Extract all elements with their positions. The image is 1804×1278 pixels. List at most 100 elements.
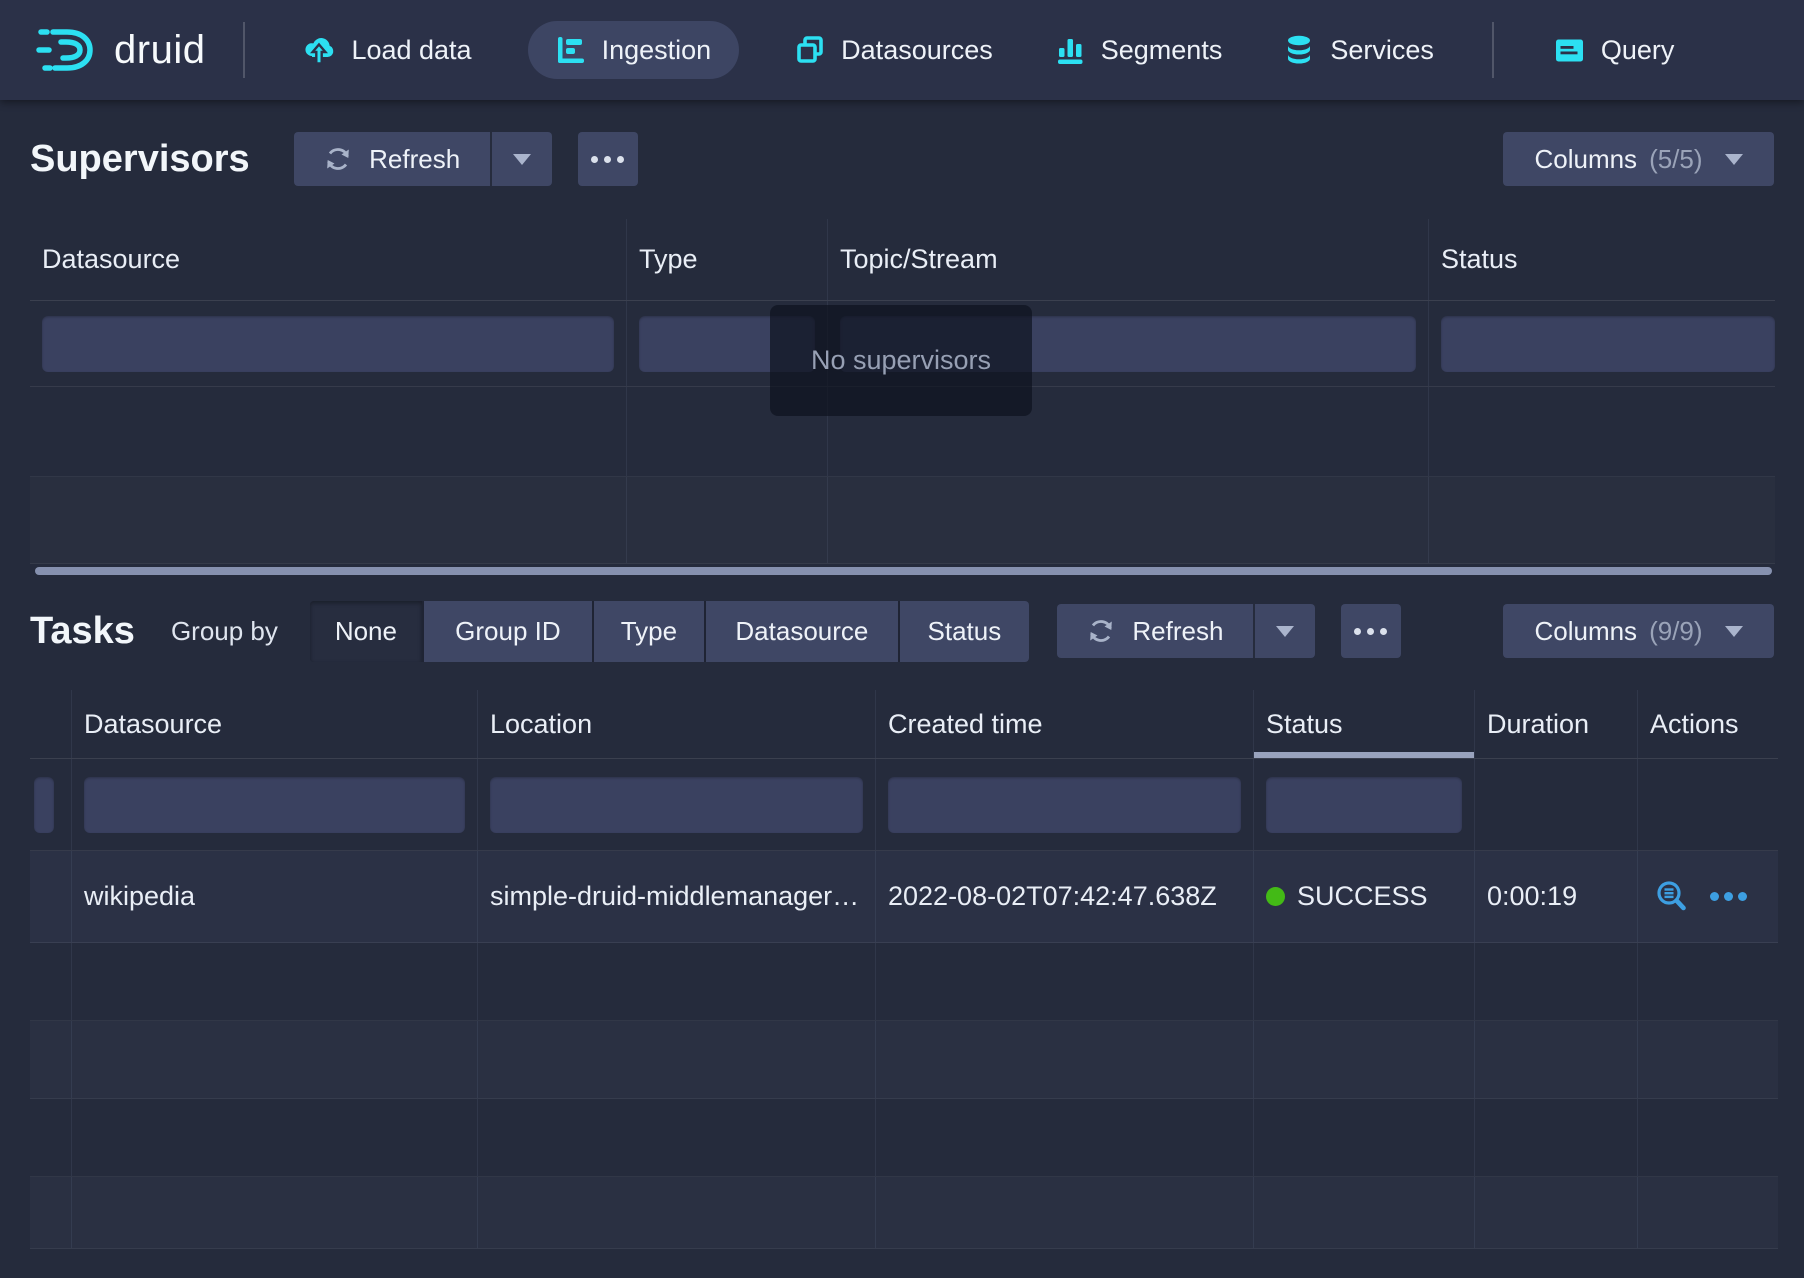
nav-item-label: Segments [1101,35,1223,66]
nav-item-label: Services [1330,35,1434,66]
tasks-filter-row [30,759,1778,851]
tasks-title: Tasks [30,610,135,653]
nav-item-label: Datasources [841,35,993,66]
refresh-label: Refresh [369,144,460,175]
task-duration: 0:00:19 [1487,881,1577,912]
tasks-refresh-caret-button[interactable] [1253,604,1315,658]
horizontal-scrollbar[interactable] [35,567,1772,575]
tasks-more-button[interactable] [1341,604,1401,658]
nav-item-datasources[interactable]: Datasources [789,21,999,79]
filter-datasource-input[interactable] [42,316,614,372]
supervisors-table: Datasource Type Topic/Stream Status No s… [30,219,1775,579]
navbar: druid Load data [0,0,1804,100]
search-details-icon[interactable] [1654,879,1690,915]
supervisors-refresh-group: Refresh [294,132,552,186]
layers-icon [795,35,825,65]
supervisors-toolbar: Supervisors Refresh [30,130,1774,188]
columns-label: Columns [1534,144,1637,175]
row-more-actions-icon[interactable] [1710,892,1747,901]
supervisors-more-button[interactable] [578,132,638,186]
supervisors-header-row: Datasource Type Topic/Stream Status [30,219,1775,301]
druid-console: druid Load data [0,0,1804,1278]
group-by-none-button[interactable]: None [310,601,422,662]
empty-row [30,1099,1778,1177]
empty-row [30,1177,1778,1249]
columns-label: Columns [1534,616,1637,647]
filter-status-input[interactable] [1441,316,1775,372]
navbar-items-right: Query [1548,21,1681,79]
navbar-divider-2 [1492,22,1494,78]
group-by-status-button[interactable]: Status [900,601,1029,662]
filter-partial-input[interactable] [34,777,54,833]
logo-wordmark: druid [114,28,205,73]
nav-item-segments[interactable]: Segments [1049,21,1229,79]
header-location[interactable]: Location [478,690,876,758]
header-datasource[interactable]: Datasource [72,690,478,758]
group-by-datasource-button[interactable]: Datasource [706,601,898,662]
nav-item-label: Load data [351,35,471,66]
tasks-columns-button[interactable]: Columns (9/9) [1503,604,1774,658]
task-datasource: wikipedia [84,881,195,912]
chevron-down-icon [1725,154,1743,165]
nav-item-ingestion[interactable]: Ingestion [528,21,740,79]
nav-item-load-data[interactable]: Load data [297,21,477,79]
nav-item-services[interactable]: Services [1278,21,1440,79]
tasks-refresh-button[interactable]: Refresh [1057,604,1253,658]
nav-item-label: Query [1601,35,1675,66]
header-actions[interactable]: Actions [1638,690,1778,758]
filter-datasource-input[interactable] [84,777,465,833]
chevron-down-icon [1725,626,1743,637]
nav-item-label: Ingestion [602,35,712,66]
bar-chart-icon [1055,35,1085,65]
refresh-icon [323,144,353,174]
chevron-down-icon [1276,626,1294,637]
filter-location-input[interactable] [490,777,863,833]
more-dots-icon [1354,628,1361,635]
navbar-items: Load data Ingestion [297,21,1439,79]
refresh-icon [1086,616,1116,646]
header-type[interactable]: Type [627,219,828,300]
supervisors-refresh-button[interactable]: Refresh [294,132,490,186]
group-by-group-id-button[interactable]: Group ID [424,601,592,662]
tasks-table: Datasource Location Created time Status … [30,690,1778,1249]
header-status-sorted[interactable]: Status [1254,690,1475,758]
columns-count: (9/9) [1649,616,1702,647]
task-row-wikipedia[interactable]: wikipedia simple-druid-middlemanager… 20… [30,851,1778,943]
header-datasource[interactable]: Datasource [30,219,627,300]
sort-indicator [1254,752,1474,758]
supervisors-title: Supervisors [30,138,250,181]
druid-logo[interactable]: druid [36,24,205,76]
database-icon [1284,34,1314,66]
columns-count: (5/5) [1649,144,1702,175]
success-dot [1266,887,1285,906]
tasks-toolbar: Tasks Group by None Group ID Type Dataso… [30,600,1774,662]
header-duration[interactable]: Duration [1475,690,1638,758]
navbar-divider [243,22,245,78]
console-icon [1554,37,1585,64]
empty-row [30,943,1778,1021]
filter-status-input[interactable] [1266,777,1462,833]
task-created-time: 2022-08-02T07:42:47.638Z [888,881,1217,912]
chevron-down-icon [513,154,531,165]
cloud-upload-icon [303,35,335,66]
task-location: simple-druid-middlemanager… [490,881,859,912]
header-partial-column [30,690,72,758]
more-dots-icon [591,156,598,163]
header-status[interactable]: Status [1429,219,1775,300]
tasks-header-row: Datasource Location Created time Status … [30,690,1778,759]
filter-created-time-input[interactable] [888,777,1241,833]
druid-logo-icon [36,24,100,76]
supervisors-refresh-caret-button[interactable] [490,132,552,186]
supervisors-columns-button[interactable]: Columns (5/5) [1503,132,1774,186]
header-created-time[interactable]: Created time [876,690,1254,758]
gantt-chart-icon [556,35,586,65]
group-by-label: Group by [171,616,278,647]
refresh-label: Refresh [1132,616,1223,647]
nav-item-query[interactable]: Query [1548,21,1681,79]
no-supervisors-message: No supervisors [770,305,1032,416]
header-topic-stream[interactable]: Topic/Stream [828,219,1429,300]
group-by-type-button[interactable]: Type [594,601,704,662]
empty-row [30,1021,1778,1099]
task-status: SUCCESS [1297,881,1428,912]
tasks-refresh-group: Refresh [1057,604,1315,658]
